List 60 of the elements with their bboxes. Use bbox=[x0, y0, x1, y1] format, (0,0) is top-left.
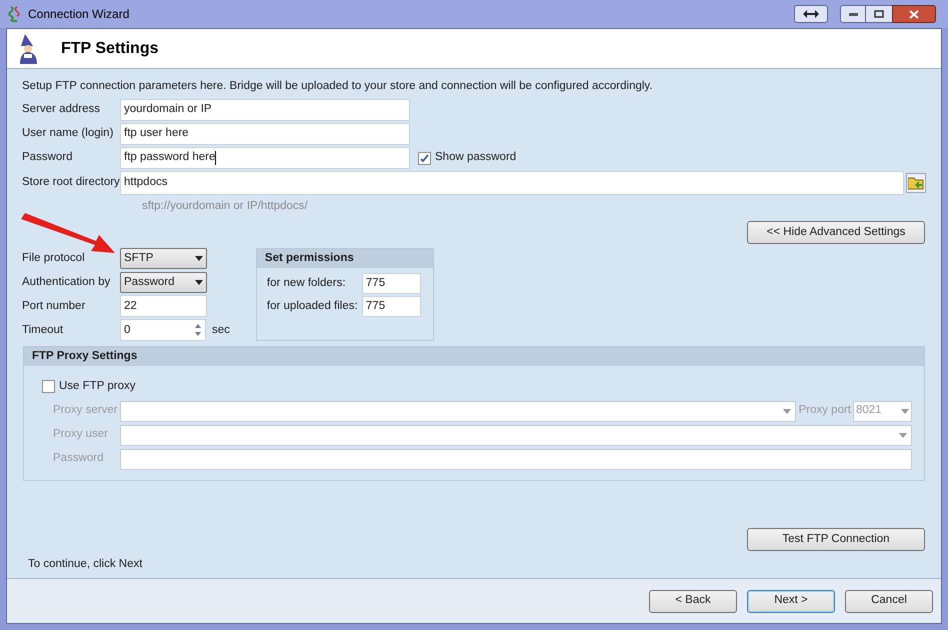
directory-field[interactable]: httpdocs bbox=[120, 171, 904, 195]
window-title: Connection Wizard bbox=[28, 6, 130, 23]
caret-icon bbox=[195, 280, 203, 285]
maximize-icon bbox=[874, 10, 884, 18]
unit-label: sec bbox=[212, 322, 230, 338]
caret-icon bbox=[195, 256, 203, 261]
maximize-button[interactable] bbox=[866, 5, 892, 23]
field-label: Proxy user bbox=[53, 427, 109, 442]
spin-field[interactable]: 0 bbox=[120, 319, 206, 342]
minimize-button[interactable] bbox=[840, 5, 866, 23]
panel-title: Set permissions bbox=[264, 251, 354, 266]
text-field[interactable]: 775 bbox=[362, 273, 421, 294]
text-field[interactable]: ftp user here bbox=[120, 123, 410, 145]
text-field[interactable]: yourdomain or IP bbox=[120, 99, 410, 121]
field-label: User name (login) bbox=[22, 126, 114, 142]
field-label: for new folders: bbox=[266, 276, 347, 292]
field-label: Password bbox=[53, 451, 104, 466]
dropdown[interactable]: SFTP bbox=[120, 248, 207, 269]
test-connection-button[interactable]: Test FTP Connection bbox=[747, 528, 925, 551]
wizard-icon bbox=[19, 34, 39, 64]
close-icon bbox=[909, 10, 919, 18]
wizard-button[interactable]: < Back bbox=[649, 590, 737, 612]
field-label: Timeout bbox=[22, 322, 64, 338]
field-label: Proxy server bbox=[53, 403, 119, 418]
double-arrow-icon bbox=[803, 10, 819, 18]
app-icon bbox=[8, 6, 20, 22]
field-label: Server address bbox=[22, 102, 101, 118]
checkbox-label: Use FTP proxy bbox=[59, 379, 136, 394]
field-label: File protocol bbox=[22, 250, 86, 266]
text-field[interactable]: 22 bbox=[120, 295, 207, 318]
caret-icon bbox=[901, 408, 909, 414]
page-title: FTP Settings bbox=[61, 38, 158, 58]
folder-icon bbox=[908, 176, 924, 190]
hide-advanced-button[interactable]: << Hide Advanced Settings bbox=[747, 221, 925, 244]
panel-title: FTP Proxy Settings bbox=[32, 349, 138, 364]
resize-button[interactable] bbox=[794, 5, 828, 23]
text-field[interactable]: 775 bbox=[362, 296, 421, 318]
caret-icon bbox=[899, 432, 907, 438]
password-field[interactable]: ftp password here bbox=[120, 147, 410, 169]
field-label: Port number bbox=[22, 298, 86, 314]
close-button[interactable] bbox=[892, 5, 936, 23]
field-label: Store root directory bbox=[22, 175, 120, 190]
path-preview: sftp://yourdomain or IP/httpdocs/ bbox=[142, 199, 308, 214]
text-field[interactable] bbox=[120, 448, 912, 470]
combo-field[interactable] bbox=[120, 424, 912, 446]
checkbox[interactable] bbox=[418, 152, 431, 164]
checkbox-label: Show password bbox=[435, 150, 516, 166]
intro-text: Setup FTP connection parameters here. Bridge will be uploaded to your store and connection will be configured accordingly. bbox=[22, 79, 654, 94]
browse-button[interactable] bbox=[906, 173, 926, 193]
field-label: Password bbox=[22, 150, 74, 166]
field-label: Authentication by bbox=[22, 274, 112, 290]
field-label: for uploaded files: bbox=[266, 299, 359, 314]
combo-field[interactable] bbox=[120, 400, 796, 422]
wizard-button[interactable]: Cancel bbox=[845, 590, 933, 612]
caret-icon bbox=[782, 408, 791, 414]
hint-text: To continue, click Next bbox=[28, 556, 142, 572]
minimize-icon bbox=[848, 12, 858, 16]
dropdown[interactable]: Password bbox=[120, 272, 207, 293]
wizard-button[interactable]: Next > bbox=[747, 590, 835, 612]
field-label: Proxy port bbox=[798, 403, 851, 418]
